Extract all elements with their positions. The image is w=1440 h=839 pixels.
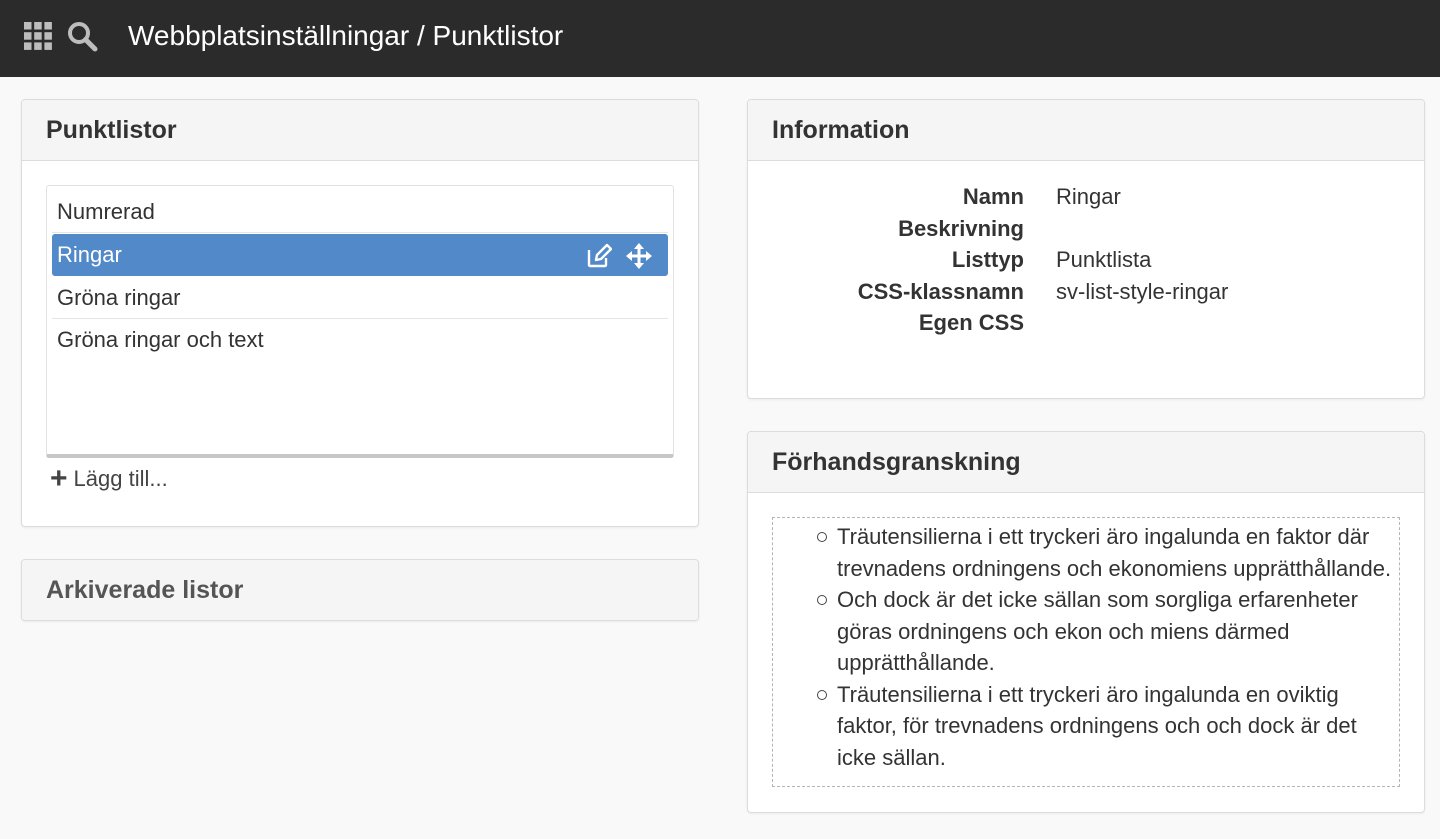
list-item-ringar[interactable]: Ringar (52, 234, 668, 276)
info-key: Egen CSS (918, 310, 1024, 335)
edit-icon[interactable] (586, 243, 612, 269)
list-item-grona-ringar[interactable]: Gröna ringar (52, 277, 668, 319)
preview-list-item: Och dock är det icke sällan som sorgliga… (817, 584, 1397, 679)
info-value: Ringar (1056, 184, 1121, 209)
ring-bullet-icon (817, 689, 827, 700)
archived-panel-title: Arkiverade listor (22, 560, 698, 620)
info-value: Punktlista (1056, 247, 1152, 272)
row-actions (586, 243, 652, 269)
info-value: sv-list-style-ringar (1056, 278, 1229, 304)
grid-apps-icon[interactable] (24, 22, 52, 50)
preview-list-item: Träutensilierna i ett tryckeri äro ingal… (817, 521, 1397, 584)
preview-box: Träutensilierna i ett tryckeri äro ingal… (772, 517, 1400, 787)
ring-bullet-icon (817, 532, 827, 542)
preview-item-text: Och dock är det icke sällan som sorgliga… (837, 587, 1358, 675)
list-item-label: Gröna ringar (57, 285, 181, 310)
top-bar: Webbplatsinställningar / Punktlistor (0, 0, 1440, 77)
add-list-label: Lägg till... (73, 466, 168, 491)
preview-item-text: Träutensilierna i ett tryckeri äro ingal… (837, 524, 1392, 581)
list-item-label: Gröna ringar och text (57, 327, 264, 352)
info-grid: Namn Ringar Beskrivning Listtyp Punktlis… (748, 184, 1424, 342)
list-item-grona-ringar-och-text[interactable]: Gröna ringar och text (52, 319, 668, 361)
info-key: Beskrivning (898, 215, 1024, 241)
info-row-css-class: CSS-klassnamn sv-list-style-ringar (748, 279, 1424, 311)
info-row-name: Namn Ringar (748, 184, 1424, 216)
ring-bullet-icon (817, 595, 827, 605)
list-item-label: Ringar (57, 242, 122, 267)
info-row-list-type: Listtyp Punktlista (748, 247, 1424, 279)
info-key: Namn (962, 184, 1024, 209)
lists-panel: Punktlistor Numrerad Ringar Gröna ringar… (21, 99, 699, 527)
info-key: CSS-klassnamn (857, 278, 1024, 304)
archived-panel[interactable]: Arkiverade listor (21, 559, 699, 621)
add-list-button[interactable]: + Lägg till... (50, 462, 168, 495)
info-row-custom-css: Egen CSS (748, 310, 1424, 342)
bullet-list-box[interactable]: Numrerad Ringar Gröna ringar Gröna ringa… (46, 185, 674, 458)
info-panel-title: Information (748, 100, 1424, 161)
preview-list-item: Träutensilierna i ett tryckeri äro ingal… (817, 679, 1397, 774)
preview-panel: Förhandsgranskning Träutensilierna i ett… (747, 431, 1425, 813)
info-panel: Information Namn Ringar Beskrivning List… (747, 99, 1425, 399)
list-item-label: Numrerad (57, 199, 155, 224)
info-key: Listtyp (951, 247, 1024, 272)
lists-panel-title: Punktlistor (22, 100, 698, 161)
list-item-numrerad[interactable]: Numrerad (52, 191, 668, 233)
info-row-description: Beskrivning (748, 216, 1424, 248)
preview-list: Träutensilierna i ett tryckeri äro ingal… (773, 521, 1399, 773)
move-icon[interactable] (626, 243, 652, 269)
preview-item-text: Träutensilierna i ett tryckeri äro ingal… (837, 681, 1357, 770)
page-title: Webbplatsinställningar / Punktlistor (128, 20, 564, 51)
search-icon[interactable] (66, 20, 98, 52)
preview-panel-title: Förhandsgranskning (748, 432, 1424, 493)
plus-icon: + (50, 462, 68, 495)
